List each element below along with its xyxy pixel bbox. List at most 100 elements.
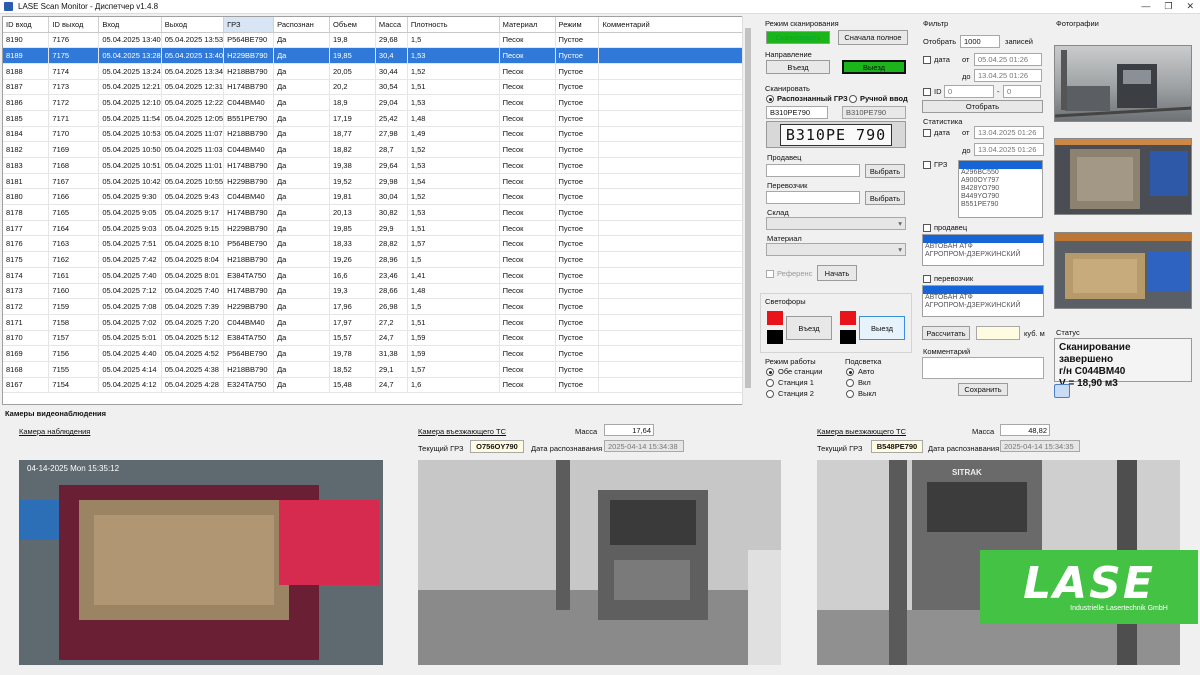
reference-checkbox[interactable] xyxy=(766,270,774,278)
choose-carrier-button[interactable]: Выбрать xyxy=(865,191,905,205)
table-row[interactable]: 8170 7157 05.04.2025 5:01 05.04.2025 5:12 E3… xyxy=(3,330,751,347)
mode-station2-radio[interactable] xyxy=(766,390,774,398)
carrier-list[interactable]: АВТОБАН АТФ АГРОПРОМ-ДЗЕРЖИНСКИЙ xyxy=(922,285,1044,317)
mode-both-radio[interactable] xyxy=(766,368,774,376)
save-button[interactable]: Сохранить xyxy=(958,383,1008,396)
seller-list-item[interactable]: АВТОБАН АТФ xyxy=(923,243,1043,251)
light-on-radio[interactable] xyxy=(846,379,854,387)
id-to-input[interactable]: 0 xyxy=(1003,85,1041,98)
carrier-input[interactable] xyxy=(766,191,860,204)
table-row[interactable]: 8188 7174 05.04.2025 13:24 05.04.2025 13:34… xyxy=(3,63,751,80)
minimize-icon[interactable]: — xyxy=(1141,1,1150,12)
observation-camera-feed[interactable]: 04-14-2025 Mon 15:35:12 xyxy=(19,460,383,665)
seller-checkbox[interactable] xyxy=(923,224,931,232)
table-row[interactable]: 8180 7166 05.04.2025 9:30 05.04.2025 9:43 C0… xyxy=(3,188,751,206)
window-title: LASE Scan Monitor - Диспетчер v1.4.8 xyxy=(18,2,159,11)
maximize-icon[interactable]: ❐ xyxy=(1164,1,1172,12)
start-button[interactable]: Начать xyxy=(817,265,857,281)
mode-station1-radio[interactable] xyxy=(766,379,774,387)
filter-id-checkbox[interactable] xyxy=(923,88,931,96)
grz-list-item[interactable]: B428YO790 xyxy=(959,185,1042,193)
table-row[interactable]: 8187 7173 05.04.2025 12:21 05.04.2025 12:31… xyxy=(3,79,751,96)
table-row[interactable]: 8167 7154 05.04.2025 4:12 05.04.2025 4:28 E3… xyxy=(3,377,751,394)
table-row[interactable]: 8189 7175 05.04.2025 13:28 05.04.2025 13:40… xyxy=(3,47,751,64)
export-icon[interactable] xyxy=(1054,384,1070,398)
grz-checkbox[interactable] xyxy=(923,161,931,169)
table-row[interactable]: 8169 7156 05.04.2025 4:40 05.04.2025 4:52 P5… xyxy=(3,345,751,362)
column-header[interactable]: ГРЗ xyxy=(223,17,275,33)
filter-date-checkbox[interactable] xyxy=(923,56,931,64)
exit-light-button[interactable]: Выезд xyxy=(859,316,905,340)
table-row[interactable]: 8182 7169 05.04.2025 10:50 05.04.2025 11:03… xyxy=(3,141,751,158)
id-from-input[interactable]: 0 xyxy=(944,85,994,98)
column-header[interactable]: Режим xyxy=(555,17,600,33)
column-header[interactable]: ID вход xyxy=(3,17,50,33)
exit-direction-button[interactable]: Выезд xyxy=(842,60,906,74)
recognized-radio[interactable] xyxy=(766,95,774,103)
table-row[interactable]: 8171 7158 05.04.2025 7:02 05.04.2025 7:20 C0… xyxy=(3,314,751,331)
table-row[interactable]: 8185 7171 05.04.2025 11:54 05.04.2025 12:05… xyxy=(3,110,751,127)
carrier-checkbox[interactable] xyxy=(923,275,931,283)
grz-list-item[interactable]: A296BC550 xyxy=(959,169,1042,177)
entry-camera-feed[interactable] xyxy=(418,460,781,665)
filter-from-date[interactable]: 05.04.25 01:26 xyxy=(974,53,1042,66)
comment-input[interactable] xyxy=(922,357,1044,379)
calculate-button[interactable]: Рассчитать xyxy=(922,326,970,340)
stats-to-date[interactable]: 13.04.2025 01:26 xyxy=(974,143,1044,156)
grz-list-item[interactable]: B551PE790 xyxy=(959,201,1042,209)
photo-3[interactable] xyxy=(1054,232,1192,309)
column-header[interactable]: Распознан xyxy=(273,17,330,33)
grz-list-item[interactable]: B449YO790 xyxy=(959,193,1042,201)
table-row[interactable]: 8172 7159 05.04.2025 7:08 05.04.2025 7:39 H2… xyxy=(3,298,751,315)
scan-button[interactable]: Сканировать xyxy=(766,31,830,44)
entry-light-button[interactable]: Въезд xyxy=(786,316,832,340)
column-header[interactable]: Комментарий xyxy=(598,17,751,33)
carrier-list-item[interactable]: АГРОПРОМ-ДЗЕРЖИНСКИЙ xyxy=(923,302,1043,310)
column-header[interactable]: Объем xyxy=(329,17,376,33)
entry-direction-button[interactable]: Въезд xyxy=(766,60,830,74)
filter-select-button[interactable]: Отобрать xyxy=(922,100,1043,113)
light-auto-radio[interactable] xyxy=(846,368,854,376)
table-row[interactable]: 8173 7160 05.04.2025 7:12 05.04.2025 7:40 H1… xyxy=(3,283,751,300)
table-row[interactable]: 8183 7168 05.04.2025 10:51 05.04.2025 11:01… xyxy=(3,157,751,174)
column-header[interactable]: ID выход xyxy=(48,17,100,33)
photo-2[interactable] xyxy=(1054,138,1192,215)
table-row[interactable]: 8174 7161 05.04.2025 7:40 05.04.2025 8:01 E3… xyxy=(3,267,751,284)
column-header[interactable]: Масса xyxy=(375,17,408,33)
manual-radio[interactable] xyxy=(849,95,857,103)
table-row[interactable]: 8168 7155 05.04.2025 4:14 05.04.2025 4:38 H2… xyxy=(3,361,751,378)
table-row[interactable]: 8177 7164 05.04.2025 9:03 05.04.2025 9:15 H2… xyxy=(3,220,751,237)
table-row[interactable]: 8178 7165 05.04.2025 9:05 05.04.2025 9:17 H1… xyxy=(3,204,751,221)
table-row[interactable]: 8176 7163 05.04.2025 7:51 05.04.2025 8:10 P5… xyxy=(3,235,751,253)
seller-input[interactable] xyxy=(766,164,860,177)
stats-from-date[interactable]: 13.04.2025 01:26 xyxy=(974,126,1044,139)
record-count-input[interactable]: 1000 xyxy=(960,35,1000,48)
table-row[interactable]: 8175 7162 05.04.2025 7:42 05.04.2025 8:04 H2… xyxy=(3,251,751,268)
filter-to-date[interactable]: 13.04.25 01:26 xyxy=(974,69,1042,82)
column-header[interactable]: Материал xyxy=(499,17,556,33)
choose-seller-button[interactable]: Выбрать xyxy=(865,164,905,178)
column-header[interactable]: Вход xyxy=(98,17,162,33)
table-row[interactable]: 8190 7176 05.04.2025 13:40 05.04.2025 13:53… xyxy=(3,32,751,49)
grz-list[interactable]: A296BC550 A900OY797 B428YO790 B449YO790 … xyxy=(958,160,1043,218)
seller-list[interactable]: АВТОБАН АТФ АГРОПРОМ-ДЗЕРЖИНСКИЙ xyxy=(922,234,1044,266)
photo-1[interactable] xyxy=(1054,45,1192,122)
table-row[interactable]: 8184 7170 05.04.2025 10:53 05.04.2025 11:07… xyxy=(3,126,751,143)
carrier-list-item[interactable]: АВТОБАН АТФ xyxy=(923,294,1043,302)
column-header[interactable]: Выход xyxy=(161,17,225,33)
table-cell xyxy=(598,94,751,111)
material-select[interactable]: ▾ xyxy=(766,243,906,256)
records-table[interactable]: ID вход ID выход Вход Выход ГРЗ Распознан Объе… xyxy=(2,16,752,405)
stats-date-checkbox[interactable] xyxy=(923,129,931,137)
plate-input[interactable]: B310PE790 xyxy=(766,106,828,119)
seller-list-item[interactable]: АГРОПРОМ-ДЗЕРЖИНСКИЙ xyxy=(923,251,1043,259)
table-row[interactable]: 8181 7167 05.04.2025 10:42 05.04.2025 10:55… xyxy=(3,173,751,190)
full-first-button[interactable]: Сначала полное xyxy=(838,30,908,45)
column-header[interactable]: Плотность xyxy=(407,17,500,33)
close-icon[interactable]: ✕ xyxy=(1186,1,1194,12)
table-scrollbar[interactable] xyxy=(742,16,752,405)
table-row[interactable]: 8186 7172 05.04.2025 12:10 05.04.2025 12:22… xyxy=(3,94,751,111)
grz-list-item[interactable]: A900OY797 xyxy=(959,177,1042,185)
light-off-radio[interactable] xyxy=(846,390,854,398)
warehouse-select[interactable]: ▾ xyxy=(766,217,906,230)
